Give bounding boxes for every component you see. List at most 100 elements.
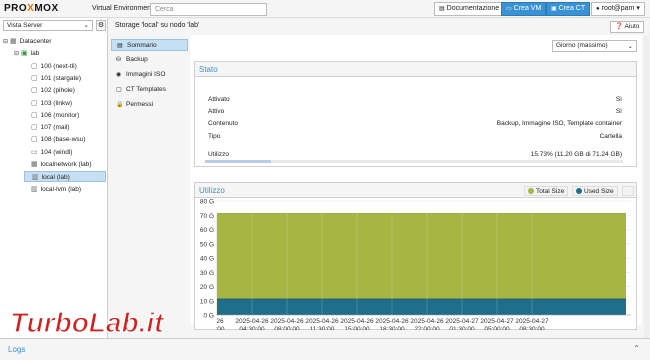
create-ct-button[interactable]: ▣ Crea CT bbox=[546, 2, 591, 16]
container-icon: ▢ bbox=[31, 124, 38, 132]
nav-item[interactable]: ▢ CT Templates bbox=[111, 84, 188, 96]
nav-item-label: Backup bbox=[126, 56, 148, 63]
scrollbar[interactable] bbox=[644, 36, 649, 338]
documentation-button[interactable]: ▤ Documentazione bbox=[434, 2, 505, 16]
x-tick-label: 2025-04-26 bbox=[375, 318, 409, 325]
usage-title: Utilizzo bbox=[195, 183, 636, 198]
legend-total-size[interactable]: Total Size bbox=[524, 186, 569, 196]
tree-item-label: local (lab) bbox=[41, 174, 70, 182]
nav-item[interactable]: ▤ Sommario bbox=[111, 39, 188, 51]
x-tick-label: 22:00:00 bbox=[414, 326, 440, 330]
nav-item-label: Sommario bbox=[127, 42, 157, 49]
status-value: Sì bbox=[615, 108, 622, 115]
status-title: Stato bbox=[195, 62, 636, 77]
tree-item-label: 107 (mail) bbox=[40, 124, 70, 132]
expand-icon[interactable]: ⌃ bbox=[633, 344, 640, 353]
x-tick-label: 2025-04-27 bbox=[515, 318, 549, 325]
view-selector[interactable]: Vista Server ⌄ bbox=[3, 20, 93, 31]
search-input[interactable]: Cerca bbox=[150, 3, 267, 16]
template-icon: ▢ bbox=[116, 87, 122, 93]
nav-item[interactable]: ⛁ Backup bbox=[111, 54, 188, 66]
help-button[interactable]: ❓ Aiuto bbox=[610, 21, 645, 33]
y-tick-label: 60 G bbox=[200, 227, 214, 234]
tree-item[interactable]: ▢ 100 (next-tli) bbox=[24, 61, 106, 72]
page-title: Storage 'local' su nodo 'lab' bbox=[115, 22, 200, 29]
tree-item-label: localnetwork (lab) bbox=[40, 161, 92, 168]
cube-icon: ▣ bbox=[551, 6, 557, 12]
nav-item-label: Immagini ISO bbox=[126, 71, 166, 78]
chevron-down-icon: ⌄ bbox=[83, 22, 89, 29]
tree-item[interactable]: ▭ 104 (windl) bbox=[24, 147, 106, 158]
gear-icon[interactable]: ⚙ bbox=[96, 20, 106, 31]
iso-icon: ◉ bbox=[116, 72, 122, 78]
user-icon: ● bbox=[596, 6, 600, 12]
x-tick-label: 2025-04-27 bbox=[445, 318, 479, 325]
nav-item-label: Permessi bbox=[126, 101, 154, 108]
status-row: Attivato Sì bbox=[208, 96, 622, 106]
usage-progress-bar bbox=[205, 160, 623, 163]
status-value: Cartella bbox=[599, 133, 622, 140]
legend-used-dot bbox=[576, 188, 582, 195]
x-tick-label: 01:30:00 bbox=[449, 326, 475, 330]
tree-toggle-icon[interactable]: ⊟ bbox=[14, 49, 21, 60]
status-value: Backup, Immagine ISO, Template container bbox=[496, 120, 622, 127]
tree-item[interactable]: ▦ localnetwork (lab) bbox=[24, 159, 106, 170]
container-icon: ▢ bbox=[31, 111, 38, 119]
user-menu-button[interactable]: ● root@pam ▾ bbox=[591, 2, 645, 16]
y-tick-label: 30 G bbox=[200, 270, 214, 277]
x-tick-label: 15:00:00 bbox=[344, 326, 370, 330]
logs-tab[interactable]: Logs bbox=[8, 345, 25, 354]
tree-item[interactable]: ▢ 106 (monitor) bbox=[24, 110, 106, 121]
container-icon: ▢ bbox=[31, 136, 38, 144]
nav-item[interactable]: ◉ Immagini ISO bbox=[111, 69, 188, 81]
status-value: 15.73% (11.20 GB di 71.24 GB) bbox=[530, 151, 622, 158]
status-row: Tipo Cartella bbox=[208, 133, 622, 143]
storage-icon: ▥ bbox=[32, 174, 39, 182]
tree-item[interactable]: ▥ local-lvm (lab) bbox=[24, 184, 106, 195]
tree-item[interactable]: ▢ 108 (base-wsu) bbox=[24, 134, 106, 145]
legend-reset[interactable] bbox=[622, 186, 634, 196]
nav-item[interactable]: 🔒 Permessi bbox=[111, 99, 188, 111]
container-icon: ▢ bbox=[31, 62, 38, 70]
storage-nav bbox=[109, 18, 189, 338]
tree-item[interactable]: ▢ 103 (linkw) bbox=[24, 98, 106, 109]
top-bar: PROXMOX Virtual Environment 8.4.1 Cerca … bbox=[0, 0, 650, 18]
tree-item-label: 102 (pihole) bbox=[40, 87, 75, 95]
tree-item[interactable]: ⊟ ▦ Datacenter bbox=[3, 36, 106, 47]
help-icon: ❓ bbox=[615, 23, 624, 30]
monitor-icon: ▭ bbox=[506, 6, 512, 12]
vm-icon: ▭ bbox=[31, 148, 38, 156]
x-tick-label: 2025-04-26 bbox=[340, 318, 374, 325]
legend-used-size[interactable]: Used Size bbox=[572, 186, 618, 196]
x-tick-label: 08:30:00 bbox=[519, 326, 545, 330]
usage-chart: 0 G10 G20 G30 G40 G50 G60 G70 G80 G26:00… bbox=[200, 199, 631, 330]
timeframe-select[interactable]: Giorno (massimo) ⌄ bbox=[552, 40, 637, 52]
status-label: Attivato bbox=[208, 96, 230, 103]
datacenter-icon: ▦ bbox=[10, 38, 17, 45]
tree-item[interactable]: ▢ 107 (mail) bbox=[24, 122, 106, 133]
status-label: Utilizzo bbox=[208, 151, 229, 158]
y-tick-label: 40 G bbox=[200, 256, 214, 263]
tree-item-label: 100 (next-tli) bbox=[40, 62, 77, 70]
create-vm-button[interactable]: ▭ Crea VM bbox=[501, 2, 547, 16]
chevron-down-icon: ⌄ bbox=[627, 43, 633, 50]
lock-icon: 🔒 bbox=[116, 102, 124, 108]
tree-item[interactable]: ▢ 102 (pihole) bbox=[24, 85, 106, 96]
x-tick-label: 11:30:00 bbox=[310, 326, 335, 330]
svg-text:TurboLab.it: TurboLab.it bbox=[10, 307, 165, 338]
tree-item-label: Datacenter bbox=[19, 38, 52, 45]
tree-toggle-icon[interactable]: ⊟ bbox=[3, 37, 10, 48]
tree-item[interactable]: ▥ local (lab) bbox=[24, 171, 106, 183]
used-size-area bbox=[217, 299, 626, 315]
status-value: Sì bbox=[615, 96, 622, 103]
summary-icon: ▤ bbox=[117, 43, 123, 49]
y-tick-label: 70 G bbox=[200, 213, 214, 220]
tree-item[interactable]: ⊟ ▣ lab bbox=[14, 48, 106, 59]
x-tick-label: 08:00:00 bbox=[274, 326, 300, 330]
container-icon: ▢ bbox=[31, 87, 38, 95]
container-icon: ▢ bbox=[31, 74, 38, 82]
tree-item[interactable]: ▢ 101 (stargate) bbox=[24, 73, 106, 84]
storage-icon: ▥ bbox=[31, 185, 38, 193]
legend-total-dot bbox=[528, 188, 534, 195]
status-row: Contenuto Backup, Immagine ISO, Template … bbox=[208, 120, 622, 130]
